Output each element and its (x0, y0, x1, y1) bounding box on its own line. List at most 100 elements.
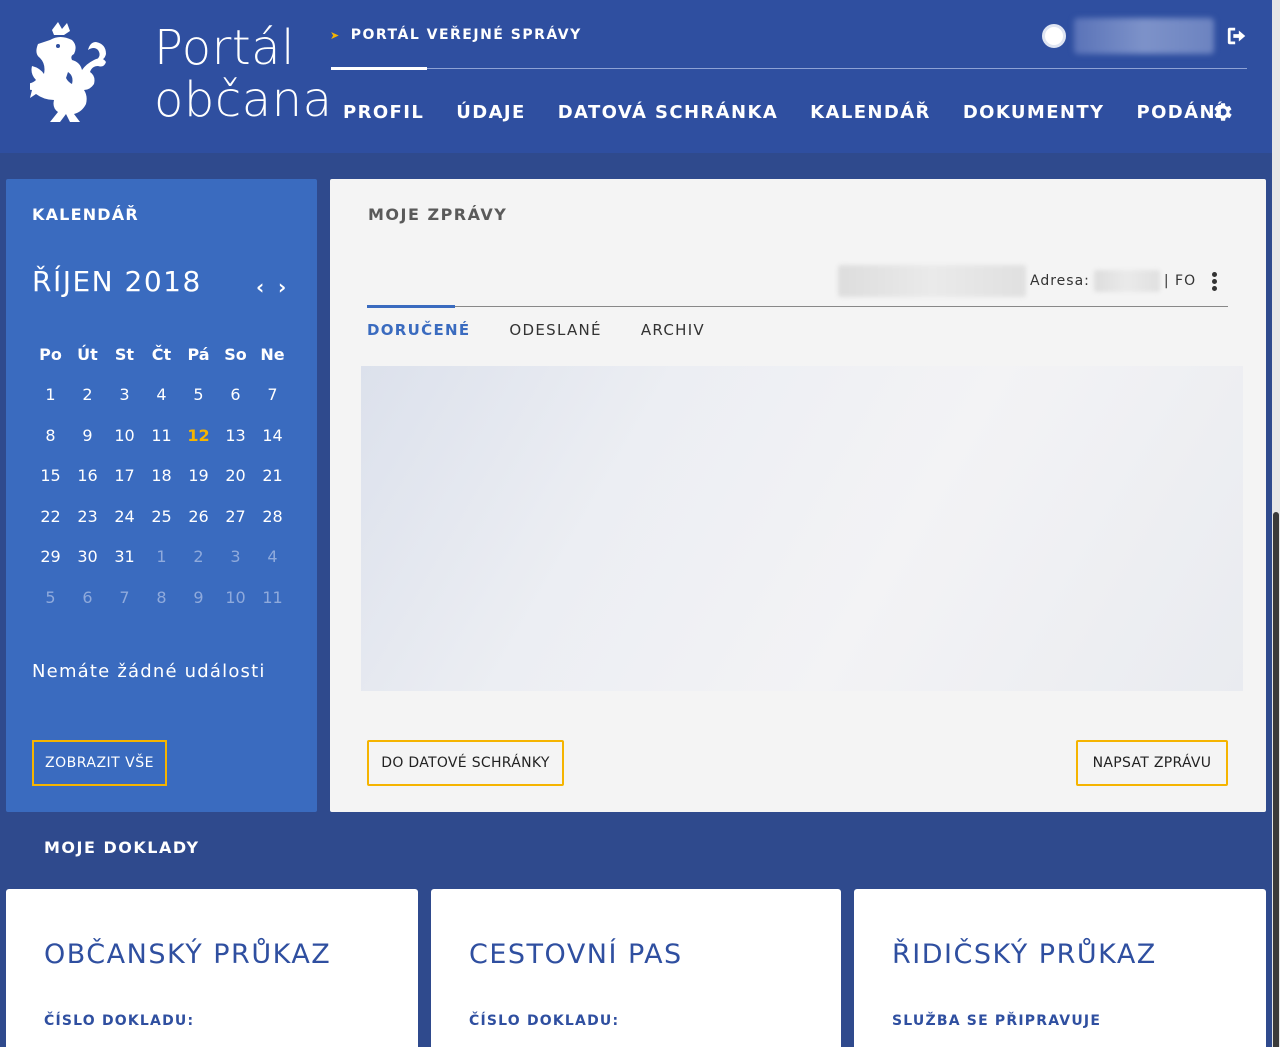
gear-icon[interactable] (1210, 100, 1234, 124)
weekday-header: Po (39, 345, 62, 364)
calendar-day[interactable]: 26 (180, 497, 217, 538)
logo-line-2: občana (154, 72, 333, 128)
calendar-day[interactable]: 18 (143, 456, 180, 497)
calendar-day[interactable]: 27 (217, 497, 254, 538)
write-message-button[interactable]: NAPSAT ZPRÁVU (1076, 740, 1228, 786)
logout-icon[interactable] (1226, 25, 1248, 47)
logo-line-1: Portál (154, 20, 295, 76)
calendar-day[interactable]: 21 (254, 456, 291, 497)
calendar-day[interactable]: 17 (106, 456, 143, 497)
message-list-redacted[interactable] (361, 366, 1243, 691)
avatar-icon[interactable] (1042, 24, 1066, 48)
address-label: Adresa: (1030, 273, 1090, 289)
tab-doruceene[interactable]: DORUČENÉ (367, 321, 470, 339)
calendar-day[interactable]: 8 (143, 578, 180, 619)
tab-active-indicator (367, 305, 455, 308)
scrollbar-thumb[interactable] (1273, 512, 1279, 1047)
tabs-divider (367, 306, 1228, 307)
calendar-day[interactable]: 7 (254, 375, 291, 416)
calendar-day[interactable]: 8 (32, 416, 69, 457)
calendar-day[interactable]: 2 (180, 537, 217, 578)
calendar-day[interactable]: 1 (32, 375, 69, 416)
calendar-day[interactable]: 3 (106, 375, 143, 416)
nav-profil[interactable]: PROFIL (343, 102, 424, 123)
calendar-day[interactable]: 23 (69, 497, 106, 538)
calendar-day[interactable]: 11 (254, 578, 291, 619)
calendar-title: KALENDÁŘ (32, 205, 139, 224)
doc-label: SLUŽBA SE PŘIPRAVUJE (892, 1013, 1102, 1029)
calendar-month: ŘÍJEN 2018 (32, 265, 202, 298)
header-active-indicator (331, 67, 427, 70)
calendar-day[interactable]: 12 (180, 416, 217, 457)
calendar-day[interactable]: 25 (143, 497, 180, 538)
calendar-day[interactable]: 6 (217, 375, 254, 416)
calendar-day[interactable]: 4 (254, 537, 291, 578)
chevron-right-icon[interactable]: › (278, 275, 286, 299)
calendar-day[interactable]: 19 (180, 456, 217, 497)
nav-kalendar[interactable]: KALENDÁŘ (810, 102, 931, 123)
nav-datova-schranka[interactable]: DATOVÁ SCHRÁNKA (558, 102, 778, 123)
doc-label: ČÍSLO DOKLADU: (44, 1013, 195, 1029)
calendar-day[interactable]: 10 (106, 416, 143, 457)
mailbox-info: Adresa: | FO (838, 265, 1218, 297)
calendar-day[interactable]: 29 (32, 537, 69, 578)
header-divider (331, 68, 1247, 69)
arrow-right-icon: ➤ (330, 28, 341, 42)
calendar-day[interactable]: 1 (143, 537, 180, 578)
calendar-day[interactable]: 30 (69, 537, 106, 578)
calendar-day[interactable]: 16 (69, 456, 106, 497)
address-redacted (1093, 270, 1160, 292)
calendar-day[interactable]: 4 (143, 375, 180, 416)
weekday-header: Čt (151, 345, 172, 364)
doc-card-passport[interactable]: CESTOVNÍ PAS ČÍSLO DOKLADU: (431, 889, 841, 1047)
user-name-redacted (1074, 18, 1214, 54)
more-vertical-icon[interactable] (1212, 271, 1218, 291)
messages-panel: MOJE ZPRÁVY Adresa: | FO DORUČENÉ ODESLA… (330, 179, 1266, 812)
weekday-header: Út (77, 345, 98, 364)
calendar-day[interactable]: 5 (180, 375, 217, 416)
calendar-day[interactable]: 3 (217, 537, 254, 578)
doc-card-id[interactable]: OBČANSKÝ PRŮKAZ ČÍSLO DOKLADU: (6, 889, 418, 1047)
show-all-button[interactable]: ZOBRAZIT VŠE (32, 740, 167, 786)
calendar-empty-text: Nemáte žádné události (32, 661, 266, 682)
calendar-day[interactable]: 9 (69, 416, 106, 457)
tab-archiv[interactable]: ARCHIV (641, 321, 705, 339)
portal-verejne-spravy-link[interactable]: ➤ PORTÁL VEŘEJNÉ SPRÁVY (330, 27, 582, 43)
doc-name: OBČANSKÝ PRŮKAZ (44, 939, 332, 970)
calendar-day[interactable]: 31 (106, 537, 143, 578)
doc-label: ČÍSLO DOKLADU: (469, 1013, 620, 1029)
calendar-day[interactable]: 9 (180, 578, 217, 619)
nav-dokumenty[interactable]: DOKUMENTY (963, 102, 1105, 123)
calendar-day[interactable]: 13 (217, 416, 254, 457)
nav-udaje[interactable]: ÚDAJE (456, 102, 525, 123)
doc-card-driving-license[interactable]: ŘIDIČSKÝ PRŮKAZ SLUŽBA SE PŘIPRAVUJE (854, 889, 1266, 1047)
calendar-day[interactable]: 10 (217, 578, 254, 619)
calendar-day[interactable]: 11 (143, 416, 180, 457)
calendar-grid: Po Út St Čt Pá So Ne 1 2 3 4 5 6 7 8 9 10 11 12 13 14 15 16 17 1… (32, 335, 290, 619)
calendar-day[interactable]: 22 (32, 497, 69, 538)
calendar-day[interactable]: 28 (254, 497, 291, 538)
calendar-day[interactable]: 6 (69, 578, 106, 619)
weekday-header: Ne (260, 345, 285, 364)
calendar-day[interactable]: 5 (32, 578, 69, 619)
chevron-left-icon[interactable]: ‹ (256, 275, 264, 299)
user-area[interactable] (1042, 18, 1248, 54)
main-nav: PROFIL ÚDAJE DATOVÁ SCHRÁNKA KALENDÁŘ DO… (343, 102, 1256, 123)
calendar-day[interactable]: 15 (32, 456, 69, 497)
tab-odeslane[interactable]: ODESLANÉ (509, 321, 601, 339)
calendar-day[interactable]: 20 (217, 456, 254, 497)
calendar-day[interactable]: 14 (254, 416, 291, 457)
doc-name: ŘIDIČSKÝ PRŮKAZ (892, 939, 1157, 970)
portal-logo-text[interactable]: Portál občana (154, 22, 332, 126)
go-to-mailbox-button[interactable]: DO DATOVÉ SCHRÁNKY (367, 740, 564, 786)
calendar-day[interactable]: 24 (106, 497, 143, 538)
messages-title: MOJE ZPRÁVY (368, 205, 508, 224)
message-tabs: DORUČENÉ ODESLANÉ ARCHIV (367, 321, 744, 339)
header: Portál občana ➤ PORTÁL VEŘEJNÉ SPRÁVY PR… (0, 0, 1272, 153)
lion-logo-icon[interactable] (30, 22, 114, 132)
doc-name: CESTOVNÍ PAS (469, 939, 683, 970)
calendar-day[interactable]: 2 (69, 375, 106, 416)
calendar-panel: KALENDÁŘ ŘÍJEN 2018 ‹ › Po Út St Čt Pá So Ne 1 2… (6, 179, 317, 812)
calendar-day[interactable]: 7 (106, 578, 143, 619)
weekday-header: Pá (187, 345, 210, 364)
